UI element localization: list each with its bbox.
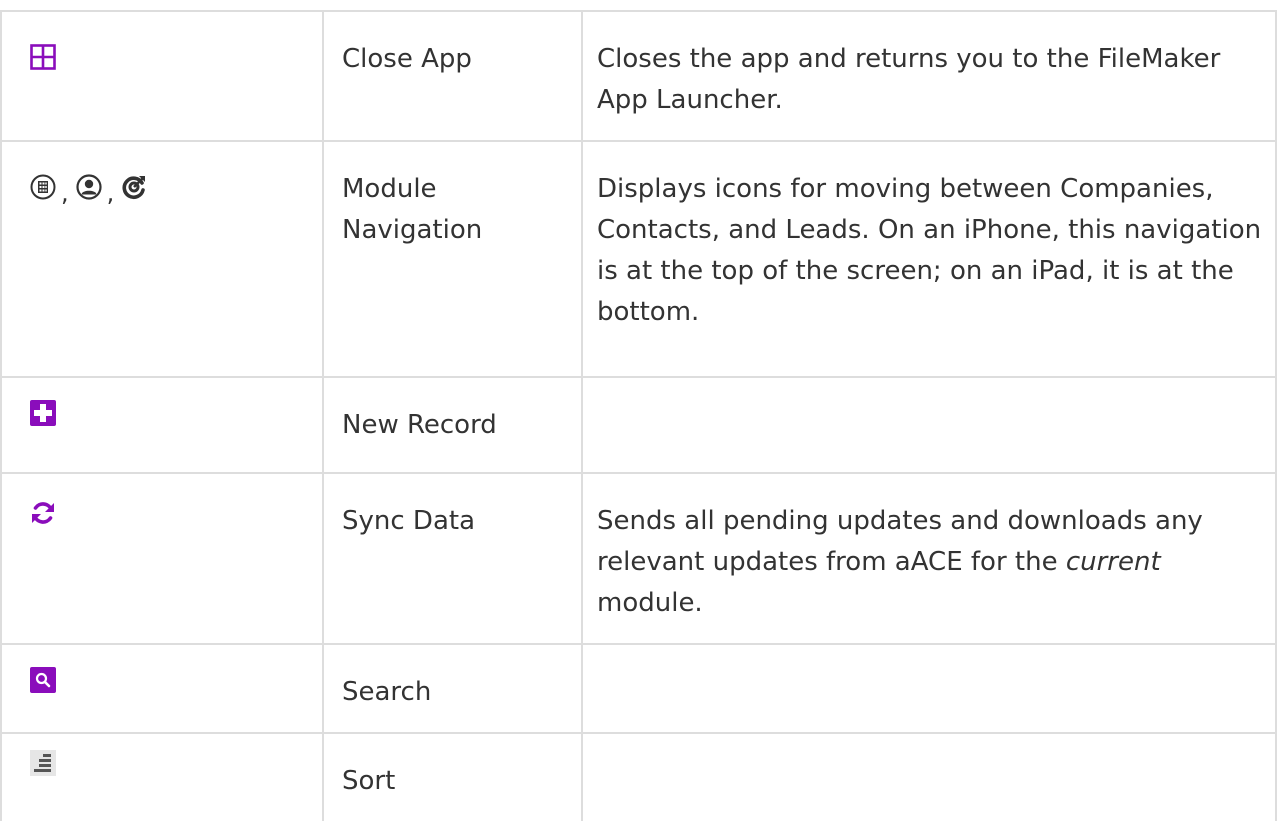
companies-icon[interactable] bbox=[30, 174, 56, 200]
table-row: New Record bbox=[0, 376, 1277, 474]
table-row: Close App Closes the app and returns you… bbox=[0, 10, 1277, 142]
desc-text: module. bbox=[597, 588, 703, 618]
description-cell bbox=[581, 643, 1277, 734]
table-row: Sort bbox=[0, 732, 1277, 821]
icon-separator: , bbox=[106, 179, 115, 207]
description-cell: Sends all pending updates and downloads … bbox=[581, 472, 1277, 645]
table-row: Sync Data Sends all pending updates and … bbox=[0, 472, 1277, 645]
description-cell bbox=[581, 376, 1277, 474]
close-app-icon[interactable] bbox=[30, 44, 56, 70]
name-line: Module bbox=[342, 174, 437, 204]
table-row: , , Module Navigation Displays icons for… bbox=[0, 140, 1277, 378]
icon-cell: , , bbox=[0, 140, 324, 378]
new-record-icon[interactable] bbox=[30, 400, 56, 426]
description-cell: Displays icons for moving between Compan… bbox=[581, 140, 1277, 378]
name-cell: Search bbox=[322, 643, 583, 734]
description-cell: Closes the app and returns you to the Fi… bbox=[581, 10, 1277, 142]
feature-table: Close App Closes the app and returns you… bbox=[0, 10, 1277, 821]
contacts-icon[interactable] bbox=[76, 174, 102, 200]
name-cell: Close App bbox=[322, 10, 583, 142]
name-cell: Module Navigation bbox=[322, 140, 583, 378]
sync-data-icon[interactable] bbox=[30, 500, 56, 526]
desc-emphasis: current bbox=[1065, 547, 1161, 577]
name-cell: Sync Data bbox=[322, 472, 583, 645]
icon-cell bbox=[0, 472, 324, 645]
name-cell: Sort bbox=[322, 732, 583, 821]
icon-cell bbox=[0, 376, 324, 474]
icon-cell bbox=[0, 643, 324, 734]
sort-icon[interactable] bbox=[30, 750, 56, 776]
name-line: Navigation bbox=[342, 215, 483, 245]
leads-icon[interactable] bbox=[121, 174, 147, 200]
search-icon[interactable] bbox=[30, 667, 56, 693]
table-row: Search bbox=[0, 643, 1277, 734]
name-cell: New Record bbox=[322, 376, 583, 474]
icon-cell bbox=[0, 10, 324, 142]
icon-cell bbox=[0, 732, 324, 821]
description-cell bbox=[581, 732, 1277, 821]
icon-separator: , bbox=[61, 179, 69, 207]
